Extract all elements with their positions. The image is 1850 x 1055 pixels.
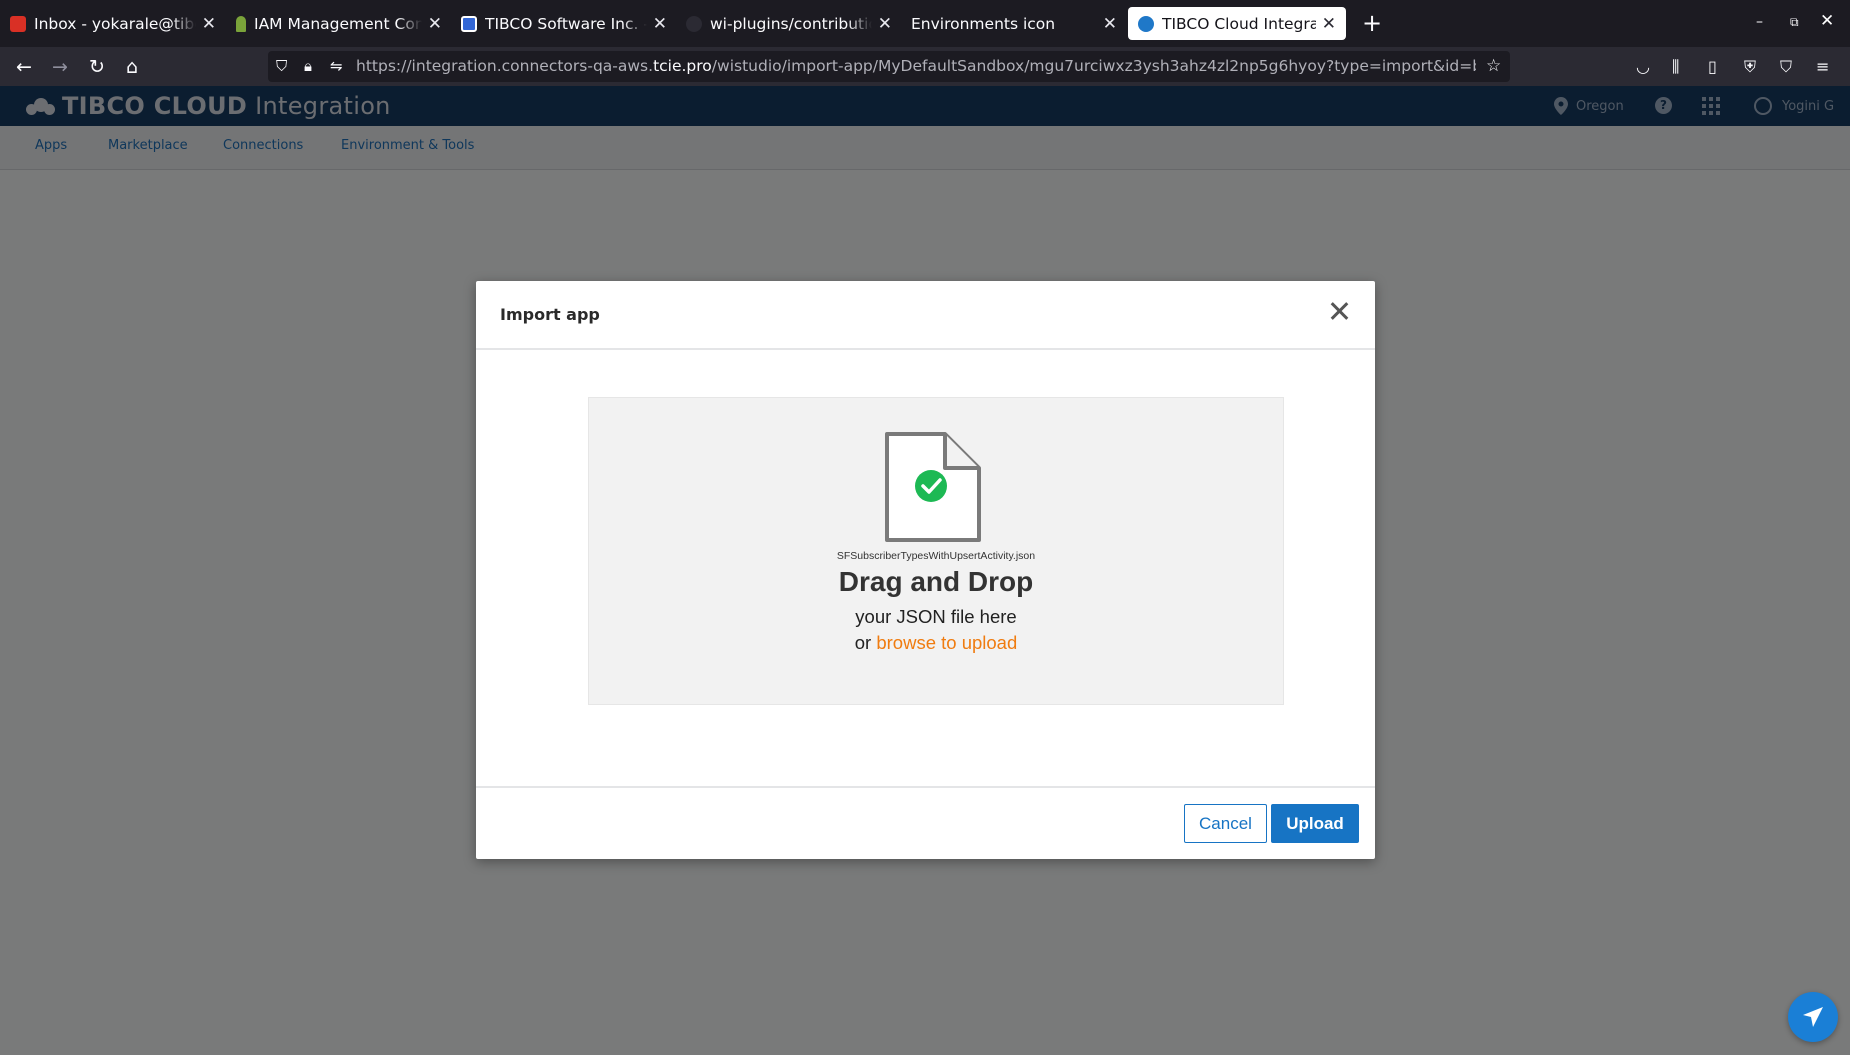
pocket-icon[interactable]: ◡ — [1636, 57, 1650, 76]
or-text: or — [854, 632, 877, 653]
close-tab-icon[interactable]: ✕ — [1103, 14, 1117, 34]
close-tab-icon[interactable]: ✕ — [1322, 14, 1336, 34]
chat-support-button[interactable] — [1788, 992, 1838, 1042]
browser-tab-tibco-cloud[interactable]: TIBCO Cloud Integration ✕ — [1128, 7, 1346, 40]
home-icon[interactable]: ⌂ — [120, 55, 144, 79]
sidebar-icon[interactable]: ▯ — [1708, 57, 1717, 76]
browser-tab-bar: Inbox - yokarale@tibco.com ✕ IAM Managem… — [0, 0, 1850, 47]
close-tab-icon[interactable]: ✕ — [202, 14, 216, 34]
menu-icon[interactable]: ≡ — [1816, 57, 1829, 76]
browse-line: or browse to upload — [589, 632, 1283, 654]
tab-title: TIBCO Cloud Integration — [1162, 14, 1316, 33]
drag-drop-heading: Drag and Drop — [838, 566, 1034, 597]
browse-to-upload-link[interactable]: browse to upload — [876, 632, 1017, 653]
close-tab-icon[interactable]: ✕ — [653, 14, 667, 34]
dialog-title: Import app — [500, 305, 600, 324]
close-tab-icon[interactable]: ✕ — [878, 14, 892, 34]
library-icon[interactable]: ⫼ — [1672, 57, 1679, 77]
github-icon — [686, 15, 702, 32]
selected-file-name: SFSubscriberTypesWithUpsertActivity.json — [836, 550, 1036, 562]
vpn-shield-icon[interactable]: ⛉ — [1780, 57, 1792, 77]
browser-tab-calendar[interactable]: TIBCO Software Inc. - Calendar ✕ — [461, 7, 667, 40]
browser-tab-github[interactable]: wi-plugins/contributions/ ✕ — [686, 7, 892, 40]
reload-icon[interactable]: ↻ — [85, 55, 109, 79]
minimize-icon[interactable]: – — [1756, 14, 1763, 30]
dialog-footer-divider — [476, 786, 1375, 788]
tibco-icon — [1138, 15, 1154, 32]
send-arrow-icon — [1803, 1007, 1823, 1027]
drag-drop-subtext: your JSON file here — [855, 606, 1017, 627]
permissions-icon[interactable]: ⇋ — [330, 57, 343, 75]
restore-icon[interactable]: ⧉ — [1790, 15, 1799, 30]
tab-title: wi-plugins/contributions/ — [710, 14, 872, 33]
tab-title: IAM Management Console — [254, 14, 422, 33]
url-text[interactable]: https://integration.connectors-qa-aws.tc… — [356, 57, 1476, 75]
calendar-icon — [461, 15, 477, 32]
gmail-icon — [10, 15, 26, 32]
address-bar[interactable]: ⛉ 🔒︎ ⇋ https://integration.connectors-qa… — [268, 51, 1510, 82]
iam-icon — [236, 15, 246, 32]
back-icon[interactable]: ← — [12, 55, 36, 79]
tab-title: TIBCO Software Inc. - Calendar — [485, 14, 647, 33]
shield-icon[interactable]: ⛉ — [276, 57, 287, 75]
close-dialog-icon[interactable] — [1327, 299, 1351, 323]
extension-shield-icon[interactable]: ⛨ — [1744, 57, 1756, 77]
tab-title: Inbox - yokarale@tibco.com — [34, 14, 196, 33]
window-close-icon[interactable]: ✕ — [1820, 11, 1834, 31]
new-tab-button[interactable]: + — [1362, 10, 1382, 36]
browser-tab-environments[interactable]: Environments icon ✕ — [911, 7, 1117, 40]
forward-icon[interactable]: → — [48, 55, 72, 79]
browser-tab-iam[interactable]: IAM Management Console ✕ — [236, 7, 442, 40]
close-tab-icon[interactable]: ✕ — [428, 14, 442, 34]
bookmark-star-icon[interactable]: ☆ — [1486, 56, 1501, 76]
browser-tab-gmail[interactable]: Inbox - yokarale@tibco.com ✕ — [10, 7, 216, 40]
tab-title: Environments icon — [911, 14, 1056, 33]
file-drop-zone[interactable]: SFSubscriberTypesWithUpsertActivity.json… — [588, 397, 1284, 705]
cancel-button[interactable]: Cancel — [1184, 804, 1267, 843]
upload-button[interactable]: Upload — [1271, 804, 1359, 843]
dialog-header: Import app — [476, 281, 1375, 350]
file-selected-icon — [885, 432, 981, 542]
import-app-dialog: Import app SFSubscriberTypesWithUpsertAc… — [476, 281, 1375, 859]
lock-icon[interactable]: 🔒︎ — [304, 57, 312, 75]
browser-nav-bar: ← → ↻ ⌂ ⛉ 🔒︎ ⇋ https://integration.conne… — [0, 47, 1850, 86]
